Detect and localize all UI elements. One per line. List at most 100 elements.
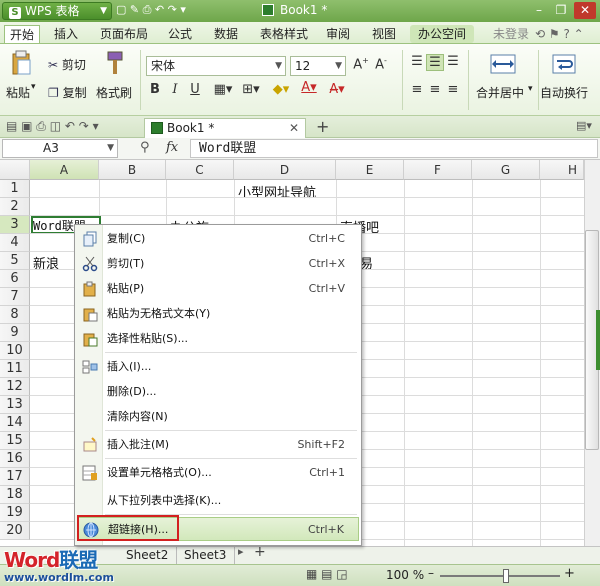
column-header[interactable]: D	[234, 160, 336, 180]
paste-dropdown-icon[interactable]: ▾	[31, 82, 36, 92]
row-header[interactable]: 9	[0, 324, 30, 342]
row-header[interactable]: 11	[0, 360, 30, 378]
sheet-tab[interactable]: Sheet2	[118, 547, 178, 564]
row-header[interactable]: 8	[0, 306, 30, 324]
wrap-text-icon[interactable]	[552, 52, 576, 79]
zoom-slider-knob[interactable]	[503, 569, 509, 583]
column-header[interactable]: C	[166, 160, 234, 180]
menu-item[interactable]: 设置单元格格式(O)... Ctrl+1	[77, 461, 359, 485]
row-header[interactable]: 14	[0, 414, 30, 432]
paste-icon[interactable]	[10, 50, 32, 75]
sheet-nav-icon[interactable]: ▸	[238, 545, 244, 558]
row-header[interactable]: 20	[0, 522, 30, 540]
zoom-slider[interactable]	[440, 575, 560, 577]
row-header[interactable]: 18	[0, 486, 30, 504]
menu-item[interactable]: 清除内容(N)	[77, 405, 359, 429]
zoom-in-icon[interactable]: +	[564, 566, 575, 581]
fill-color-icon[interactable]: ◆▾	[268, 82, 294, 97]
login-link[interactable]: 未登录	[490, 25, 532, 43]
row-header[interactable]: 7	[0, 288, 30, 306]
format-painter-button[interactable]: 格式刷	[96, 84, 132, 101]
format-painter-icon[interactable]	[104, 50, 126, 79]
zoom-out-icon[interactable]: –	[428, 566, 434, 580]
tab-office-space[interactable]: 办公空间	[410, 25, 474, 43]
merge-center-icon[interactable]	[490, 52, 516, 79]
column-header[interactable]: A	[30, 160, 99, 180]
font-size-select[interactable]: 12 ▼	[290, 56, 346, 76]
sheet-tab[interactable]: Sheet3	[176, 547, 236, 564]
cut-button[interactable]: ✂ 剪切	[48, 56, 86, 73]
clear-format-icon[interactable]: A̶▾	[324, 82, 350, 97]
italic-icon[interactable]: I	[166, 82, 184, 97]
row-header[interactable]: 19	[0, 504, 30, 522]
restore-button[interactable]: ❐	[550, 2, 572, 19]
menu-item[interactable]: 插入批注(M) Shift+F2	[77, 433, 359, 457]
copy-button[interactable]: ❐ 复制	[48, 84, 87, 101]
align-top-icon[interactable]: ☰	[408, 54, 426, 69]
font-name-select[interactable]: 宋体 ▼	[146, 56, 286, 76]
close-tab-icon[interactable]: ✕	[289, 119, 299, 137]
row-header[interactable]: 1	[0, 180, 30, 198]
borders-icon[interactable]: ▦▾	[210, 82, 236, 97]
column-header[interactable]: H	[540, 160, 584, 180]
align-left-icon[interactable]: ≡	[408, 82, 426, 97]
row-header[interactable]: 5	[0, 252, 30, 270]
minimize-button[interactable]: –	[528, 2, 550, 19]
function-button[interactable]: fx	[166, 140, 178, 155]
tab-table-style[interactable]: 表格样式	[256, 25, 312, 43]
align-center-icon[interactable]: ≡	[426, 82, 444, 97]
tab-insert[interactable]: 插入	[50, 25, 82, 43]
wrap-text-button[interactable]: 自动换行	[540, 84, 588, 101]
new-tab-button[interactable]: +	[316, 117, 329, 136]
close-button[interactable]: ✕	[574, 2, 596, 19]
select-all-corner[interactable]	[0, 160, 30, 180]
menu-item[interactable]: 粘贴(P) Ctrl+V	[77, 277, 359, 301]
column-header[interactable]: E	[336, 160, 404, 180]
row-header[interactable]: 12	[0, 378, 30, 396]
row-header[interactable]: 13	[0, 396, 30, 414]
tab-home[interactable]: 开始	[4, 25, 40, 43]
tab-data[interactable]: 数据	[210, 25, 242, 43]
document-tab[interactable]: Book1 * ✕	[144, 118, 306, 138]
row-header[interactable]: 10	[0, 342, 30, 360]
row-header[interactable]: 4	[0, 234, 30, 252]
row-header[interactable]: 2	[0, 198, 30, 216]
shrink-font-icon[interactable]: A-	[372, 56, 390, 72]
row-header[interactable]: 16	[0, 450, 30, 468]
merge-borders-icon[interactable]: ⊞▾	[238, 82, 264, 97]
tab-menu-icon[interactable]: ▤▾	[576, 119, 592, 132]
menu-item[interactable]: 复制(C) Ctrl+C	[77, 227, 359, 251]
grow-font-icon[interactable]: A+	[352, 56, 370, 72]
view-mode-icons[interactable]: ▦ ▤ ◲	[306, 567, 348, 581]
menu-item[interactable]: 删除(D)...	[77, 380, 359, 404]
menu-item[interactable]: 剪切(T) Ctrl+X	[77, 252, 359, 276]
align-right-icon[interactable]: ≡	[444, 82, 462, 97]
help-icons[interactable]: ⟲ ⚑ ? ⌃	[535, 27, 584, 41]
add-sheet-button[interactable]: +	[254, 544, 266, 560]
row-header[interactable]: 17	[0, 468, 30, 486]
chevron-down-icon[interactable]: ▾	[528, 84, 533, 94]
column-header[interactable]: B	[99, 160, 166, 180]
row-header[interactable]: 15	[0, 432, 30, 450]
tab-formulas[interactable]: 公式	[164, 25, 196, 43]
menu-item[interactable]: 粘贴为无格式文本(Y)	[77, 302, 359, 326]
wps-app-menu-button[interactable]: S WPS 表格 ▼	[2, 2, 112, 20]
menu-item[interactable]: 选择性粘贴(S)...	[77, 327, 359, 351]
side-panel-handle[interactable]	[596, 310, 600, 370]
tab-view[interactable]: 视图	[368, 25, 400, 43]
menu-item[interactable]: 从下拉列表中选择(K)...	[77, 489, 359, 513]
cell-d1[interactable]: 小型网址导航	[238, 182, 316, 201]
quick-access-icons[interactable]: ▢ ✎ ⎙ ↶ ↷ ▾	[116, 3, 186, 16]
align-bottom-icon[interactable]: ☰	[444, 54, 462, 69]
align-middle-icon[interactable]: ☰	[426, 54, 444, 71]
row-header[interactable]: 3	[0, 216, 30, 234]
menu-item[interactable]: 插入(I)...	[77, 355, 359, 379]
search-icon[interactable]: ⚲	[140, 140, 150, 155]
paste-button[interactable]: 粘贴	[6, 84, 30, 101]
name-box[interactable]: A3 ▼	[2, 139, 118, 158]
formula-input[interactable]: Word联盟	[190, 139, 598, 158]
merge-center-button[interactable]: 合并居中	[476, 84, 524, 101]
column-header[interactable]: G	[472, 160, 540, 180]
tab-page-layout[interactable]: 页面布局	[96, 25, 152, 43]
tab-bar-toolbar[interactable]: ▤ ▣ ⎙ ◫ ↶ ↷ ▾	[6, 119, 99, 134]
